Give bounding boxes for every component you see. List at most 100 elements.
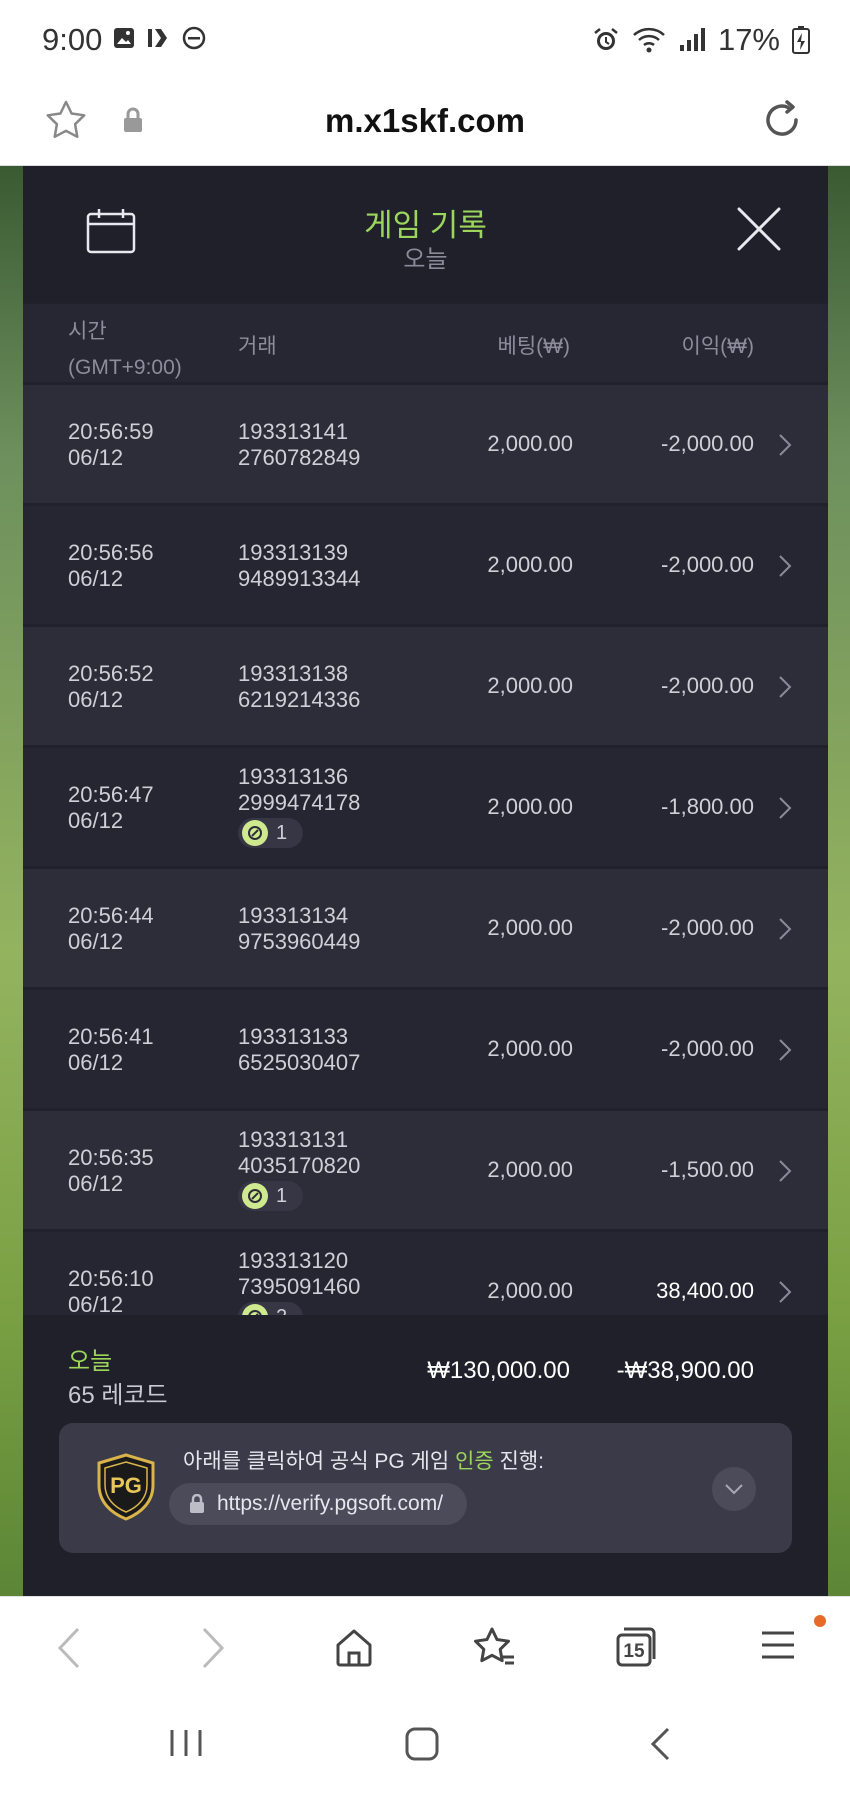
- row-profit: -1,800.00: [661, 794, 754, 819]
- expand-button[interactable]: [712, 1467, 756, 1511]
- url-text[interactable]: m.x1skf.com: [0, 102, 850, 140]
- table-row[interactable]: 20:56:59 06/12 193313141 2760782849 2,000.…: [23, 385, 828, 503]
- free-spin-badge: 2: [238, 1302, 304, 1315]
- reload-button[interactable]: [758, 96, 806, 149]
- game-record-panel: 게임 기록 오늘 시간 (GMT+9:00) 거래 베팅(₩) 이익(₩) 20…: [23, 166, 828, 1596]
- column-trade: 거래: [238, 335, 277, 358]
- chevron-down-icon: [725, 1484, 743, 1495]
- pg-verify-card: PG 아래를 클릭하여 공식 PG 게임 인증 진행: https://veri…: [59, 1423, 792, 1553]
- row-trade-id: 193313136 2999474178 1: [238, 764, 360, 848]
- row-trade-id: 193313141 2760782849: [238, 419, 361, 470]
- total-bet: ₩130,000.00: [427, 1357, 570, 1384]
- verify-highlight: 인증: [455, 1450, 494, 1473]
- row-bet: 2,000.00: [487, 794, 573, 819]
- row-profit: -2,000.00: [661, 673, 754, 698]
- battery-percent: 17%: [717, 22, 780, 57]
- table-row[interactable]: 20:56:1006/12 1933131207395091460 2 2,00…: [23, 1232, 828, 1315]
- row-trade-id: 193313134 9753960449: [238, 903, 361, 954]
- row-trade-id: 193313133 6525030407: [238, 1024, 361, 1075]
- row-profit: 38,400.00: [656, 1278, 754, 1303]
- system-navigation-bar: [0, 1696, 850, 1794]
- back-chevron-icon: [650, 1727, 670, 1761]
- row-bet: 2,000.00: [487, 1036, 573, 1061]
- bookmarks-star-icon: [474, 1627, 514, 1665]
- table-row[interactable]: 20:56:41 06/12 193313133 6525030407 2,000.…: [23, 990, 828, 1108]
- chevron-right-icon: [779, 434, 792, 456]
- tab-count: 15: [623, 1641, 645, 1662]
- row-bet: 2,000.00: [487, 915, 573, 940]
- row-time: 20:56:10 06/12: [68, 1266, 154, 1315]
- bookmarks-button[interactable]: [472, 1625, 518, 1674]
- row-bet: 2,000.00: [487, 552, 573, 577]
- status-left-icons: [112, 26, 206, 50]
- recent-apps-button[interactable]: [168, 1726, 204, 1765]
- row-profit: -2,000.00: [661, 431, 754, 456]
- pg-logo-text: PG: [110, 1473, 142, 1498]
- close-button[interactable]: [736, 206, 782, 257]
- table-row[interactable]: 20:56:47 06/12 193313136 2999474178 1 2,00…: [23, 748, 828, 866]
- menu-button[interactable]: [758, 1625, 798, 1670]
- row-trade-id: 193313131 4035170820 1: [238, 1127, 360, 1211]
- chevron-right-icon: [779, 1160, 792, 1182]
- row-time: 20:56:59 06/12: [68, 419, 154, 470]
- chevron-right-icon: [779, 676, 792, 698]
- row-bet: 2,000.00: [487, 431, 573, 456]
- table-row[interactable]: 20:56:56 06/12 193313139 9489913344 2,000.…: [23, 506, 828, 624]
- chevron-left-icon: [57, 1627, 80, 1669]
- row-profit: -2,000.00: [661, 915, 754, 940]
- pg-shield-logo: PG: [95, 1453, 157, 1526]
- table-row[interactable]: 20:56:44 06/12 193313134 9753960449 2,000.…: [23, 869, 828, 987]
- spin-icon: [242, 820, 268, 846]
- hamburger-menu-icon: [762, 1631, 794, 1659]
- battery-charging-icon: [792, 26, 810, 54]
- column-time: 시간 (GMT+9:00): [68, 314, 182, 386]
- row-trade-id: 193313138 6219214336: [238, 661, 361, 712]
- back-button[interactable]: [54, 1625, 84, 1676]
- table-header: 시간 (GMT+9:00) 거래 베팅(₩) 이익(₩): [23, 304, 828, 382]
- table-row[interactable]: 20:56:35 06/12 193313131 4035170820 1 2,00…: [23, 1111, 828, 1229]
- forward-button[interactable]: [198, 1625, 228, 1676]
- summary-footer: 오늘 65 레코드 ₩130,000.00 -₩38,900.00 PG 아래를…: [23, 1315, 828, 1596]
- recent-apps-icon: [170, 1730, 202, 1756]
- total-profit: -₩38,900.00: [616, 1357, 754, 1384]
- signal-icon: [679, 28, 705, 51]
- verify-instruction: 아래를 클릭하여 공식 PG 게임 인증 진행:: [183, 1450, 544, 1473]
- spin-icon: [242, 1183, 268, 1209]
- panel-subtitle[interactable]: 오늘: [23, 239, 828, 274]
- row-time: 20:56:47 06/12: [68, 782, 154, 833]
- table-row[interactable]: 20:56:52 06/12 193313138 6219214336 2,000.…: [23, 627, 828, 745]
- app-notification-icon: [148, 29, 167, 47]
- row-time: 20:56:52 06/12: [68, 661, 154, 712]
- home-square-icon: [405, 1727, 439, 1761]
- column-time-label: 시간: [68, 320, 107, 343]
- reload-icon: [766, 100, 798, 136]
- column-timezone-label: (GMT+9:00): [68, 356, 182, 379]
- chevron-right-icon: [779, 1281, 792, 1303]
- row-time: 20:56:41 06/12: [68, 1024, 154, 1075]
- alarm-icon: [594, 28, 618, 50]
- chevron-right-icon: [779, 555, 792, 577]
- back-system-button[interactable]: [648, 1726, 674, 1767]
- close-icon: [737, 207, 781, 251]
- chevron-right-icon: [202, 1627, 225, 1669]
- row-trade-id: 1933131207395091460 2: [238, 1248, 360, 1315]
- spin-icon: [242, 1304, 268, 1315]
- verify-link[interactable]: https://verify.pgsoft.com/: [169, 1483, 468, 1525]
- tabs-button[interactable]: 15: [614, 1625, 658, 1674]
- row-bet: 2,000.00: [487, 1278, 573, 1303]
- status-time: 9:00: [42, 22, 103, 57]
- menu-notification-dot: [814, 1615, 826, 1627]
- row-time: 20:56:56 06/12: [68, 540, 154, 591]
- home-system-button[interactable]: [404, 1726, 440, 1767]
- image-icon: [114, 28, 134, 48]
- summary-label: 오늘: [68, 1348, 113, 1375]
- row-bet: 2,000.00: [487, 1157, 573, 1182]
- chevron-right-icon: [779, 797, 792, 819]
- row-bet: 2,000.00: [487, 673, 573, 698]
- chevron-right-icon: [779, 918, 792, 940]
- panel-header: 게임 기록 오늘: [23, 166, 828, 302]
- home-button[interactable]: [332, 1625, 376, 1674]
- row-time: 20:56:44 06/12: [68, 903, 154, 954]
- free-spin-badge: 1: [238, 1181, 304, 1211]
- column-bet: 베팅(₩): [497, 335, 570, 358]
